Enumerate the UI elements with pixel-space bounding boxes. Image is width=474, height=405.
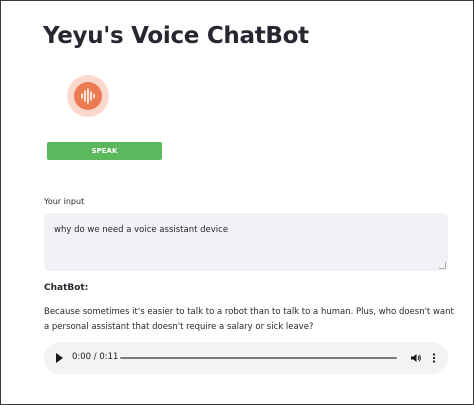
input-label: Your input (44, 197, 85, 206)
audio-time: 0:00 / 0:11 (72, 352, 119, 362)
app-frame: Yeyu's Voice ChatBot SPEAK Your input wh… (0, 0, 474, 405)
volume-icon[interactable] (410, 352, 422, 364)
more-vertical-icon[interactable] (431, 352, 437, 364)
page-title: Yeyu's Voice ChatBot (43, 23, 309, 49)
user-input-field[interactable]: why do we need a voice assistant device (44, 213, 448, 271)
input-field-container: why do we need a voice assistant device (44, 213, 448, 271)
play-icon[interactable] (56, 353, 63, 363)
resize-handle[interactable] (439, 262, 446, 269)
mic-button[interactable] (67, 75, 109, 117)
chatbot-response: Because sometimes it's easier to talk to… (44, 307, 454, 332)
speak-button[interactable]: SPEAK (47, 142, 162, 160)
audio-progress-track[interactable] (120, 357, 397, 359)
chatbot-label: ChatBot: (44, 283, 89, 293)
audio-wave-icon (81, 88, 95, 104)
audio-player: 0:00 / 0:11 (44, 342, 448, 374)
